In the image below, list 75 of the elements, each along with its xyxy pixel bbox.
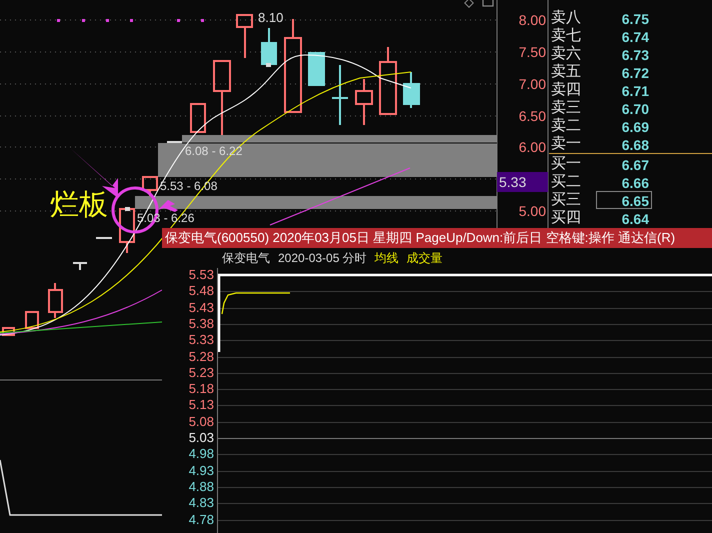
- price-axis-label: 4.93: [188, 464, 214, 478]
- price-axis-label: 7.00: [518, 76, 546, 92]
- order-label: 买一: [551, 155, 581, 173]
- average-price-line: [221, 292, 290, 314]
- candlestick: [379, 47, 397, 115]
- price-axis-label: 6.00: [518, 139, 546, 155]
- price-axis-label: 8.00: [518, 12, 546, 28]
- order-label: 买二: [551, 173, 581, 191]
- order-price[interactable]: 6.71: [596, 81, 652, 99]
- candlestick: [355, 79, 373, 125]
- order-price[interactable]: 6.70: [596, 99, 652, 117]
- price-axis-label: 5.53: [188, 268, 214, 282]
- candlestick: [119, 207, 135, 253]
- price-axis-label: 5.33: [188, 333, 214, 348]
- price-axis-label: 4.88: [188, 480, 214, 494]
- price-axis-label: 5.03: [188, 431, 214, 445]
- price-axis-label: 5.18: [188, 382, 214, 396]
- order-label: 卖二: [551, 117, 581, 135]
- order-label: 卖六: [551, 45, 581, 63]
- candlestick: [25, 311, 39, 329]
- panel-icon: [482, 0, 494, 7]
- price-axis-label: 7.50: [518, 44, 546, 60]
- order-price[interactable]: 6.74: [596, 27, 652, 45]
- order-price[interactable]: 6.73: [596, 45, 652, 63]
- candlestick: [167, 141, 182, 143]
- order-price[interactable]: 6.67: [596, 155, 652, 173]
- price-axis-label: 5.28: [188, 350, 214, 364]
- diamond-icon: [464, 0, 474, 8]
- candlestick: [2, 327, 15, 336]
- candlestick: [332, 65, 348, 125]
- order-label: 卖四: [551, 81, 581, 99]
- legend-label: 成交量: [406, 250, 443, 267]
- order-price[interactable]: 6.66: [596, 173, 652, 191]
- order-price[interactable]: 6.64: [596, 209, 652, 227]
- order-label: 卖五: [551, 63, 581, 81]
- price-axis-label: 5.38: [188, 316, 214, 331]
- order-price[interactable]: 6.72: [596, 63, 652, 81]
- candlestick: [236, 14, 253, 58]
- highlight-circle: [112, 186, 158, 234]
- order-price[interactable]: 6.65: [596, 191, 652, 209]
- price-axis-label: 6.50: [518, 108, 546, 124]
- price-axis-label: 5.13: [188, 398, 214, 412]
- window-title: 保变电气(600550) 2020年03月05日 星期四 PageUp/Down:前后日 空格键:操作 通达信(R): [162, 228, 712, 248]
- order-label: 买三: [551, 191, 581, 209]
- candlestick: [142, 176, 158, 196]
- chart-header-text: 2020-03-05 分时: [278, 250, 367, 267]
- candlestick: [308, 52, 325, 86]
- candlestick: [261, 28, 277, 67]
- order-price[interactable]: 6.75: [596, 9, 652, 27]
- order-label: 买四: [551, 209, 581, 227]
- price-axis-label: 5.23: [188, 366, 214, 380]
- legend-label: 均线: [374, 250, 399, 267]
- chart-header-text: 保变电气: [222, 250, 270, 267]
- order-price[interactable]: 6.68: [596, 135, 652, 153]
- price-axis-label: 4.98: [188, 447, 214, 462]
- annotation-label: 烂板: [50, 188, 108, 222]
- order-label: 卖三: [551, 99, 581, 117]
- price-axis-label: 4.78: [188, 512, 214, 526]
- price-axis-label: 5.48: [188, 284, 214, 298]
- current-price-tag: 5.33: [497, 172, 548, 192]
- price-axis-label: 5.00: [518, 203, 546, 219]
- candlestick: [96, 237, 112, 239]
- order-label: 卖八: [551, 9, 581, 27]
- price-axis-label: 5.43: [188, 300, 214, 315]
- price-axis-label: 5.08: [188, 414, 214, 429]
- price-label: 8.10: [258, 10, 284, 26]
- price-axis-label: 4.83: [188, 496, 214, 510]
- order-label: 卖一: [551, 135, 581, 153]
- pointer-arrow: [158, 200, 178, 212]
- candlestick: [48, 283, 63, 318]
- candlestick: [73, 262, 87, 270]
- candlestick: [403, 72, 420, 108]
- candlestick: [190, 103, 206, 133]
- order-label: 卖七: [551, 27, 581, 45]
- order-price[interactable]: 6.69: [596, 117, 652, 135]
